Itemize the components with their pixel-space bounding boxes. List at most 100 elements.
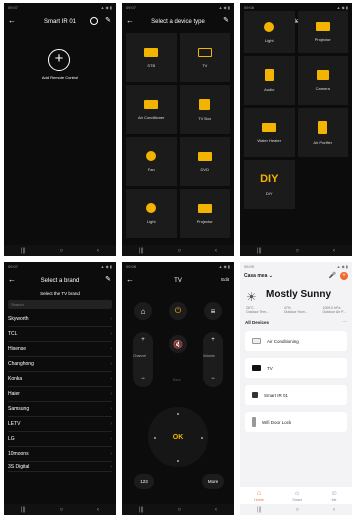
back-nav-icon[interactable]: ‹ <box>333 248 335 254</box>
volume-up-icon[interactable]: + <box>211 337 215 343</box>
brand-label: Samsung <box>8 406 30 412</box>
home-nav-icon[interactable]: ○ <box>296 507 300 513</box>
back-arrow-icon[interactable]: ← <box>126 275 134 285</box>
list-item[interactable]: Skyworth › <box>8 312 112 327</box>
more-icon[interactable]: ··· <box>342 319 347 325</box>
numpad-button[interactable]: 123 <box>134 474 154 489</box>
device-light[interactable]: Light <box>126 189 177 238</box>
list-item[interactable]: LG › <box>8 432 112 447</box>
tv-icon <box>197 47 212 57</box>
recents-icon[interactable]: ||| <box>21 248 26 254</box>
device-audio[interactable]: Audio <box>244 56 295 105</box>
door-lock-icon <box>252 417 256 427</box>
back-nav-icon[interactable]: ‹ <box>215 248 217 254</box>
add-remote-button[interactable]: + <box>48 49 70 71</box>
chevron-down-icon: ⌄ <box>268 273 273 279</box>
add-device-button[interactable]: + <box>340 272 348 280</box>
device-projector[interactable]: Projector <box>179 189 230 238</box>
back-arrow-icon[interactable]: ← <box>126 16 134 26</box>
mic-icon[interactable]: 🎤 <box>329 272 336 279</box>
device-dvd[interactable]: DVD <box>179 137 230 186</box>
back-nav-icon[interactable]: ‹ <box>97 248 99 254</box>
chevron-right-icon: › <box>110 346 112 352</box>
device-camera[interactable]: Camera <box>297 56 348 105</box>
channel-up-icon[interactable]: + <box>141 337 145 343</box>
device-card[interactable]: Wifi Door Lock <box>245 412 347 432</box>
header: ← Smart IR 01 ✎ <box>4 13 116 31</box>
list-item[interactable]: Hisense › <box>8 342 112 357</box>
device-label: DIY <box>265 191 273 196</box>
device-fan[interactable]: Fan <box>126 137 177 186</box>
tab-home[interactable]: ⌂ Home <box>254 490 263 502</box>
channel-down-icon[interactable]: − <box>141 376 145 382</box>
list-item[interactable]: Konka › <box>8 372 112 387</box>
device-projector[interactable]: Projector <box>297 11 348 53</box>
edit-icon[interactable]: ✎ <box>223 16 229 26</box>
device-light[interactable]: Light <box>244 11 295 53</box>
back-nav-icon[interactable]: ‹ <box>97 507 99 513</box>
projector-icon <box>315 22 330 31</box>
recents-icon[interactable]: ||| <box>139 507 144 513</box>
volume-down-icon[interactable]: − <box>211 376 215 382</box>
channel-rocker[interactable]: + − <box>133 332 153 387</box>
back-nav-icon[interactable]: ‹ <box>215 507 217 513</box>
back-arrow-icon[interactable]: ← <box>8 275 16 285</box>
tab-smart[interactable]: ☼ Smart <box>292 490 301 502</box>
edit-link[interactable]: Edit <box>221 277 229 282</box>
list-item[interactable]: Changhong › <box>8 357 112 372</box>
dpad-down[interactable] <box>177 460 179 462</box>
chevron-right-icon: › <box>110 391 112 397</box>
device-tv-box[interactable]: TV Box <box>179 85 230 134</box>
device-stb[interactable]: STB <box>126 33 177 82</box>
home-nav-icon[interactable]: ○ <box>60 248 64 254</box>
device-card[interactable]: Smart IR 01 <box>245 385 347 405</box>
status-bar: 09:07 ▲ ◆ ▮ <box>122 3 234 12</box>
list-item[interactable]: 3S Digital › <box>8 462 112 472</box>
device-water-heater[interactable]: Water Heater <box>244 108 295 157</box>
search-input[interactable]: Search <box>8 300 112 309</box>
home-nav-icon[interactable]: ○ <box>60 507 64 513</box>
mute-button[interactable]: 🔇 <box>169 335 187 353</box>
tab-all-devices[interactable]: All Devices <box>245 320 269 325</box>
device-tv[interactable]: TV <box>179 33 230 82</box>
edit-icon[interactable]: ✎ <box>105 275 111 285</box>
dpad-right[interactable] <box>201 437 203 439</box>
home-nav-icon[interactable]: ○ <box>178 507 182 513</box>
home-nav-icon[interactable]: ○ <box>296 248 300 254</box>
device-card[interactable]: TV <box>245 358 347 378</box>
back-arrow-icon[interactable]: ← <box>8 16 16 26</box>
recents-icon[interactable]: ||| <box>257 248 262 254</box>
back-label[interactable]: Back <box>173 378 181 382</box>
home-button[interactable]: ⌂ <box>134 302 152 320</box>
home-nav-icon[interactable]: ○ <box>178 248 182 254</box>
recents-icon[interactable]: ||| <box>139 248 144 254</box>
volume-rocker[interactable]: + − <box>203 332 223 387</box>
menu-button[interactable]: ≡ <box>204 302 222 320</box>
humidity-label: Outdoor Hum... <box>283 310 308 314</box>
more-button[interactable]: More <box>202 474 224 489</box>
list-item[interactable]: LETV › <box>8 417 112 432</box>
list-item[interactable]: Samsung › <box>8 402 112 417</box>
device-air-conditioner[interactable]: Air Conditioner <box>126 85 177 134</box>
recents-icon[interactable]: ||| <box>257 507 262 513</box>
list-item[interactable]: 10moons › <box>8 447 112 462</box>
list-item[interactable]: Haier › <box>8 387 112 402</box>
dpad-up[interactable] <box>177 413 179 415</box>
recents-icon[interactable]: ||| <box>21 507 26 513</box>
back-nav-icon[interactable]: ‹ <box>333 507 335 513</box>
power-button[interactable]: ⏻ <box>169 302 187 320</box>
record-icon[interactable] <box>90 17 98 25</box>
edit-icon[interactable]: ✎ <box>105 16 111 26</box>
device-diy[interactable]: DIY DIY <box>244 160 295 209</box>
chevron-right-icon: › <box>110 316 112 322</box>
list-item[interactable]: TCL › <box>8 327 112 342</box>
dpad-left[interactable] <box>154 437 156 439</box>
home-selector[interactable]: Casa mea ⌄ <box>244 273 273 279</box>
tab-me[interactable]: ☺ Me <box>330 490 337 502</box>
device-card[interactable]: Air Conditioning <box>245 331 347 351</box>
device-air-purifier[interactable]: Air Purifier <box>297 108 348 157</box>
ok-button[interactable]: OK <box>166 426 190 450</box>
header: ← Select a device type ✎ <box>122 13 234 31</box>
screen-select-brand: 09:07 ▲ ◆ ▮ ← Select a brand ✎ Select the… <box>4 262 116 515</box>
device-label: Water Heater <box>257 137 282 143</box>
